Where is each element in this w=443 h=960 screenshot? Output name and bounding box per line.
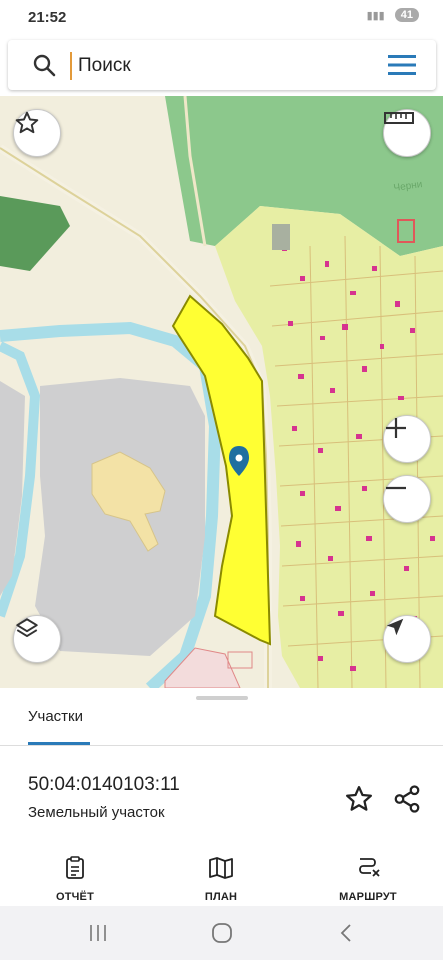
share-icon[interactable]	[392, 784, 422, 819]
system-navigation-bar	[0, 906, 443, 960]
route-icon	[355, 856, 381, 885]
bottom-navigation: ОТЧЁТ ПЛАН МАРШРУТ	[0, 850, 443, 906]
recent-apps-icon[interactable]	[88, 924, 108, 947]
nav-plan-label: ПЛАН	[204, 891, 238, 903]
ruler-button[interactable]	[383, 109, 431, 157]
status-time: 21:52	[28, 9, 67, 26]
parcel-type: Земельный участок	[28, 804, 165, 821]
search-input[interactable]	[70, 52, 360, 80]
tab-parcels[interactable]: Участки	[28, 708, 83, 725]
tab-divider	[0, 745, 443, 746]
search-bar[interactable]	[8, 40, 436, 90]
report-icon	[64, 856, 86, 885]
nav-route-label: МАРШРУТ	[339, 891, 397, 903]
nav-route[interactable]: МАРШРУТ	[318, 856, 418, 903]
map-canvas: Черни	[0, 96, 443, 688]
nav-plan[interactable]: ПЛАН	[171, 856, 271, 903]
drag-handle[interactable]	[196, 696, 248, 700]
map-plan-icon	[208, 856, 234, 885]
hamburger-menu-icon[interactable]	[388, 54, 416, 81]
map-view[interactable]: Черни	[0, 96, 443, 688]
favorite-star-icon[interactable]	[344, 784, 374, 819]
status-icons: ▮▮▮ 41	[367, 8, 419, 22]
favorites-button[interactable]	[13, 109, 61, 157]
my-location-button[interactable]	[383, 615, 431, 663]
zoom-out-button[interactable]	[383, 475, 431, 523]
cadastral-number: 50:04:0140103:11	[28, 774, 180, 795]
zoom-in-button[interactable]	[383, 415, 431, 463]
status-bar: 21:52 ▮▮▮ 41	[0, 0, 443, 36]
search-icon[interactable]	[32, 53, 56, 82]
signal-icon: ▮▮▮	[366, 9, 385, 22]
bottom-sheet: Участки 50:04:0140103:11 Земельный участ…	[0, 688, 443, 850]
layers-button[interactable]	[13, 615, 61, 663]
battery-icon: 41	[394, 8, 419, 22]
nav-report-label: ОТЧЁТ	[55, 891, 95, 903]
nav-report[interactable]: ОТЧЁТ	[25, 856, 125, 903]
home-icon[interactable]	[211, 922, 233, 949]
back-icon[interactable]	[338, 923, 354, 948]
